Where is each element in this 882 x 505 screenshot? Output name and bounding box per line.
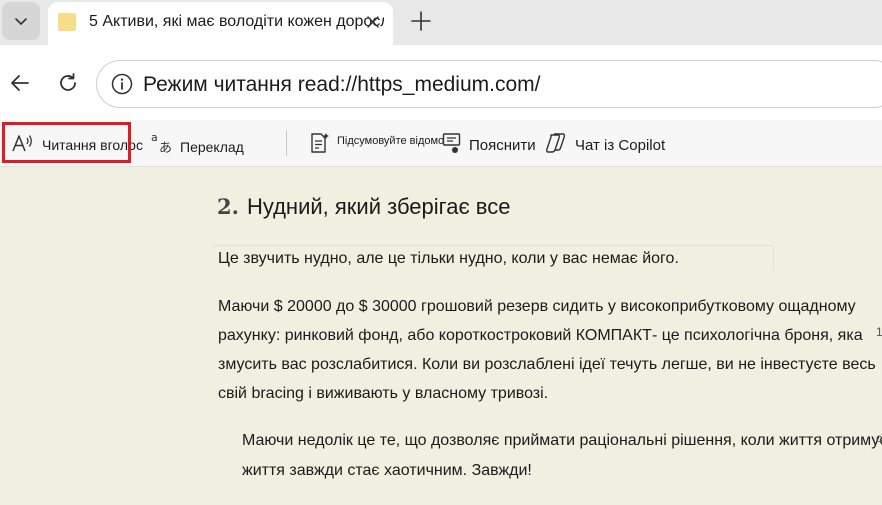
translate-icon: a あ [151,131,172,155]
section-title: Нудний, який зберігає все [246,194,511,219]
section-heading: 2. Нудний, який зберігає все [217,194,510,220]
read-aloud-button[interactable]: Читання вголос [10,120,143,166]
read-aloud-label: Читання вголос [42,137,143,153]
explain-button[interactable]: Пояснити [442,120,536,166]
refresh-button[interactable] [52,67,84,99]
tab-list-button[interactable] [2,2,40,40]
copilot-chat-label: Чат із Copilot [575,136,666,154]
svg-text:あ: あ [159,141,172,155]
navigation-bar: Режим читання read://https_medium.com/ [0,45,882,120]
explain-icon [442,133,461,153]
intro-line: Це звучить нудно, але це тільки нудно, к… [214,245,774,271]
summarize-label: Підсумовуйте відомо [337,135,445,147]
clipped-edge-text: 1 [876,325,882,339]
active-tab[interactable]: 5 Активи, які має володіти кожен доросли… [48,2,393,45]
new-tab-button[interactable] [405,5,437,37]
copilot-icon [545,133,566,153]
read-aloud-icon [12,135,32,152]
url-text[interactable]: Режим читання read://https_medium.com/ [143,73,540,97]
paragraph-line: рахунку: ринковий фонд, або короткострок… [218,327,863,344]
block-quote: Маючи недолік це те, що дозволяє приймат… [242,426,882,486]
refresh-icon [60,73,76,91]
translate-label: Переклад [180,139,244,155]
quote-line: життя завжди стає хаотичним. Завжди! [242,462,532,479]
toolbar-divider [286,130,287,156]
chevron-down-icon [15,18,27,25]
reader-toolbar: Читання вголос a あ Переклад Підсумовуйте… [0,120,882,167]
clipped-edge-text: с [876,431,882,445]
summarize-button[interactable]: Підсумовуйте відомо [308,120,444,166]
copilot-chat-button[interactable]: Чат із Copilot [545,120,665,166]
reader-article: 2. Нудний, який зберігає все Це звучить н… [0,167,882,505]
quote-line: Маючи недолік це те, що дозволяє приймат… [242,432,882,449]
close-icon [367,16,379,28]
plus-icon [411,11,431,31]
paragraph-line: змусить вас розслабитися. Коли ви розсла… [218,356,876,373]
favicon-icon [58,13,76,31]
svg-text:a: a [151,131,158,144]
back-button[interactable] [4,67,36,99]
section-number: 2. [217,194,239,219]
translate-button[interactable]: a あ Переклад [150,120,244,166]
paragraph-line: Маючи $ 20000 до $ 30000 грошовий резерв… [218,298,856,315]
summarize-icon [311,133,329,153]
tab-strip: 5 Активи, які має володіти кожен доросли… [0,0,882,45]
arrow-left-icon [11,75,29,91]
body-paragraph: Маючи $ 20000 до $ 30000 грошовий резерв… [218,292,876,408]
close-tab-button[interactable] [365,14,381,30]
info-icon[interactable] [111,73,133,95]
address-bar[interactable]: Режим читання read://https_medium.com/ [96,60,882,108]
paragraph-line: свій bracing і виживають у власному трив… [218,385,549,402]
tab-title: 5 Активи, які має володіти кожен доросли… [89,13,384,30]
explain-label: Пояснити [469,136,536,154]
